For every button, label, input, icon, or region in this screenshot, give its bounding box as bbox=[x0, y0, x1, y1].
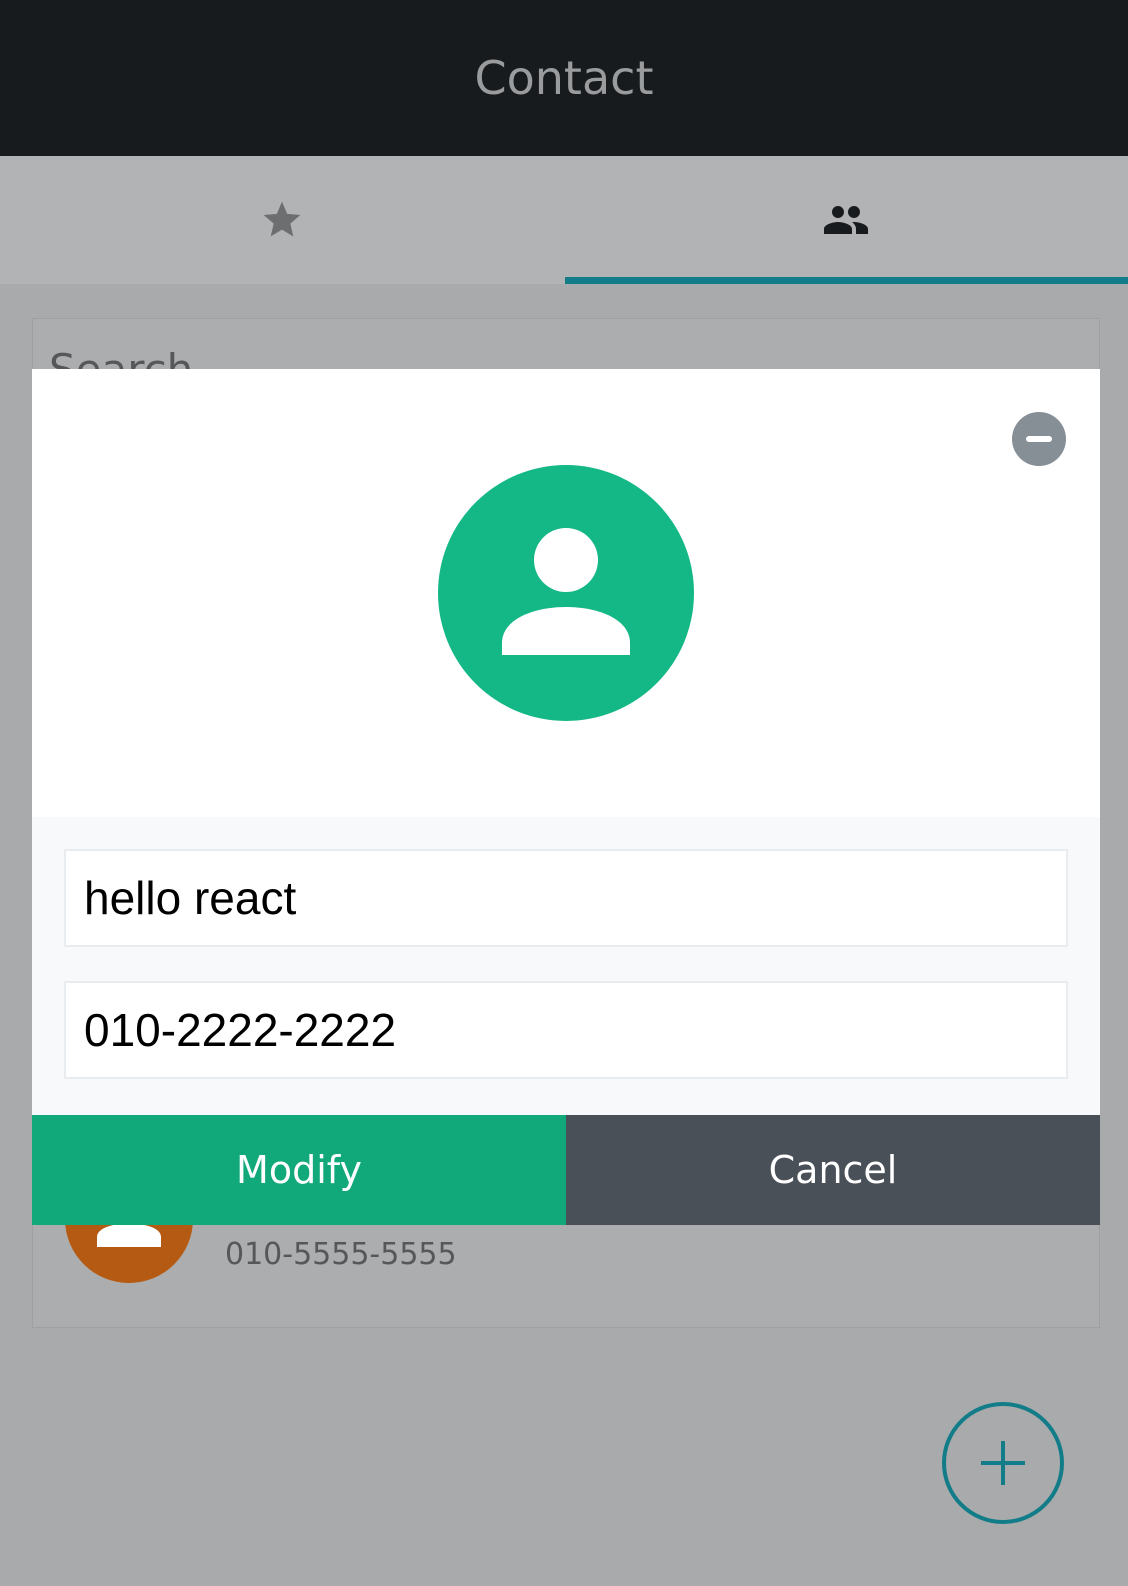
list-item-phone: 010-5555-5555 bbox=[225, 1237, 457, 1272]
add-contact-button[interactable] bbox=[942, 1402, 1064, 1524]
modify-button[interactable]: Modify bbox=[32, 1115, 566, 1225]
person-icon bbox=[502, 528, 630, 655]
dialog-header bbox=[32, 369, 1100, 817]
phone-field[interactable] bbox=[64, 981, 1068, 1079]
people-icon bbox=[824, 206, 868, 234]
active-tab-indicator bbox=[565, 277, 1128, 284]
app-header: Contact bbox=[0, 0, 1128, 156]
remove-button[interactable] bbox=[1012, 412, 1066, 466]
cancel-button[interactable]: Cancel bbox=[566, 1115, 1100, 1225]
avatar bbox=[438, 465, 694, 721]
page-title: Contact bbox=[474, 51, 654, 105]
edit-contact-dialog: Modify Cancel bbox=[32, 369, 1100, 1225]
minus-icon bbox=[1026, 436, 1052, 442]
tab-favorites[interactable] bbox=[0, 156, 564, 284]
plus-icon bbox=[981, 1441, 1025, 1485]
dialog-form bbox=[32, 817, 1100, 1115]
name-field[interactable] bbox=[64, 849, 1068, 947]
tab-bar bbox=[0, 156, 1128, 284]
tab-contacts[interactable] bbox=[564, 156, 1128, 284]
star-icon bbox=[263, 201, 301, 237]
